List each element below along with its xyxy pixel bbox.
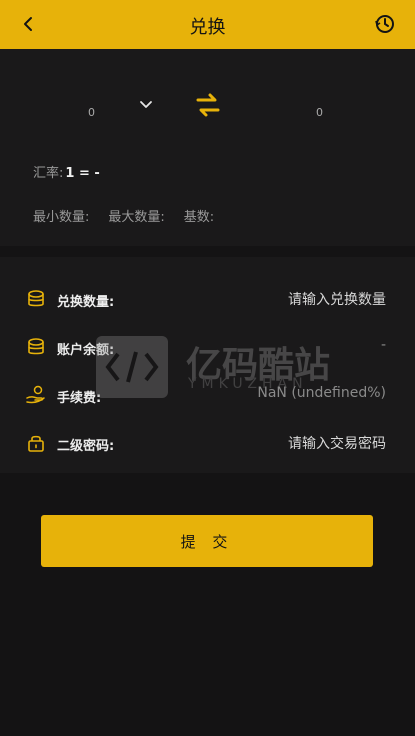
watermark: 亿码酷站 YMKUZHAN — [96, 336, 336, 408]
rate-value: 1 = - — [65, 166, 100, 181]
password-label: 二级密码: — [57, 439, 115, 454]
balance-value: - — [380, 337, 386, 353]
lock-icon — [28, 435, 44, 452]
password-row[interactable]: 二级密码: 请输入交易密码 — [0, 425, 415, 465]
fee-label: 手续费: — [57, 391, 102, 406]
page-title: 兑换 — [189, 17, 226, 38]
history-icon[interactable] — [373, 12, 397, 36]
watermark-logo — [96, 336, 168, 398]
coins-icon — [28, 290, 44, 307]
chevron-down-icon[interactable] — [139, 97, 153, 111]
from-amount: 0 — [88, 106, 95, 119]
exchange-rate: 汇率: 1 = - — [33, 162, 100, 181]
code-brackets-icon — [105, 351, 159, 383]
to-amount: 0 — [316, 106, 323, 119]
amount-input[interactable]: 请输入兑换数量 — [288, 289, 386, 309]
limits-row: 最小数量: 最大数量: 基数: — [33, 206, 233, 225]
base-label: 基数: — [183, 210, 215, 225]
coins-icon — [28, 338, 44, 355]
app-header: 兑换 — [0, 0, 415, 49]
max-amount-label: 最大数量: — [108, 210, 165, 225]
watermark-sub: YMKUZHAN — [188, 376, 308, 392]
password-input[interactable]: 请输入交易密码 — [288, 433, 386, 453]
amount-row[interactable]: 兑换数量: 请输入兑换数量 — [0, 281, 415, 321]
submit-button[interactable]: 提 交 — [41, 515, 373, 567]
rate-label: 汇率: — [33, 166, 64, 181]
hand-coin-icon — [26, 385, 45, 404]
min-amount-label: 最小数量: — [33, 210, 90, 225]
exchange-pair-panel: 0 0 汇率: 1 = - 最小数量: 最大数量: 基数: — [0, 49, 415, 246]
amount-label: 兑换数量: — [57, 295, 115, 310]
swap-icon[interactable] — [193, 91, 223, 119]
